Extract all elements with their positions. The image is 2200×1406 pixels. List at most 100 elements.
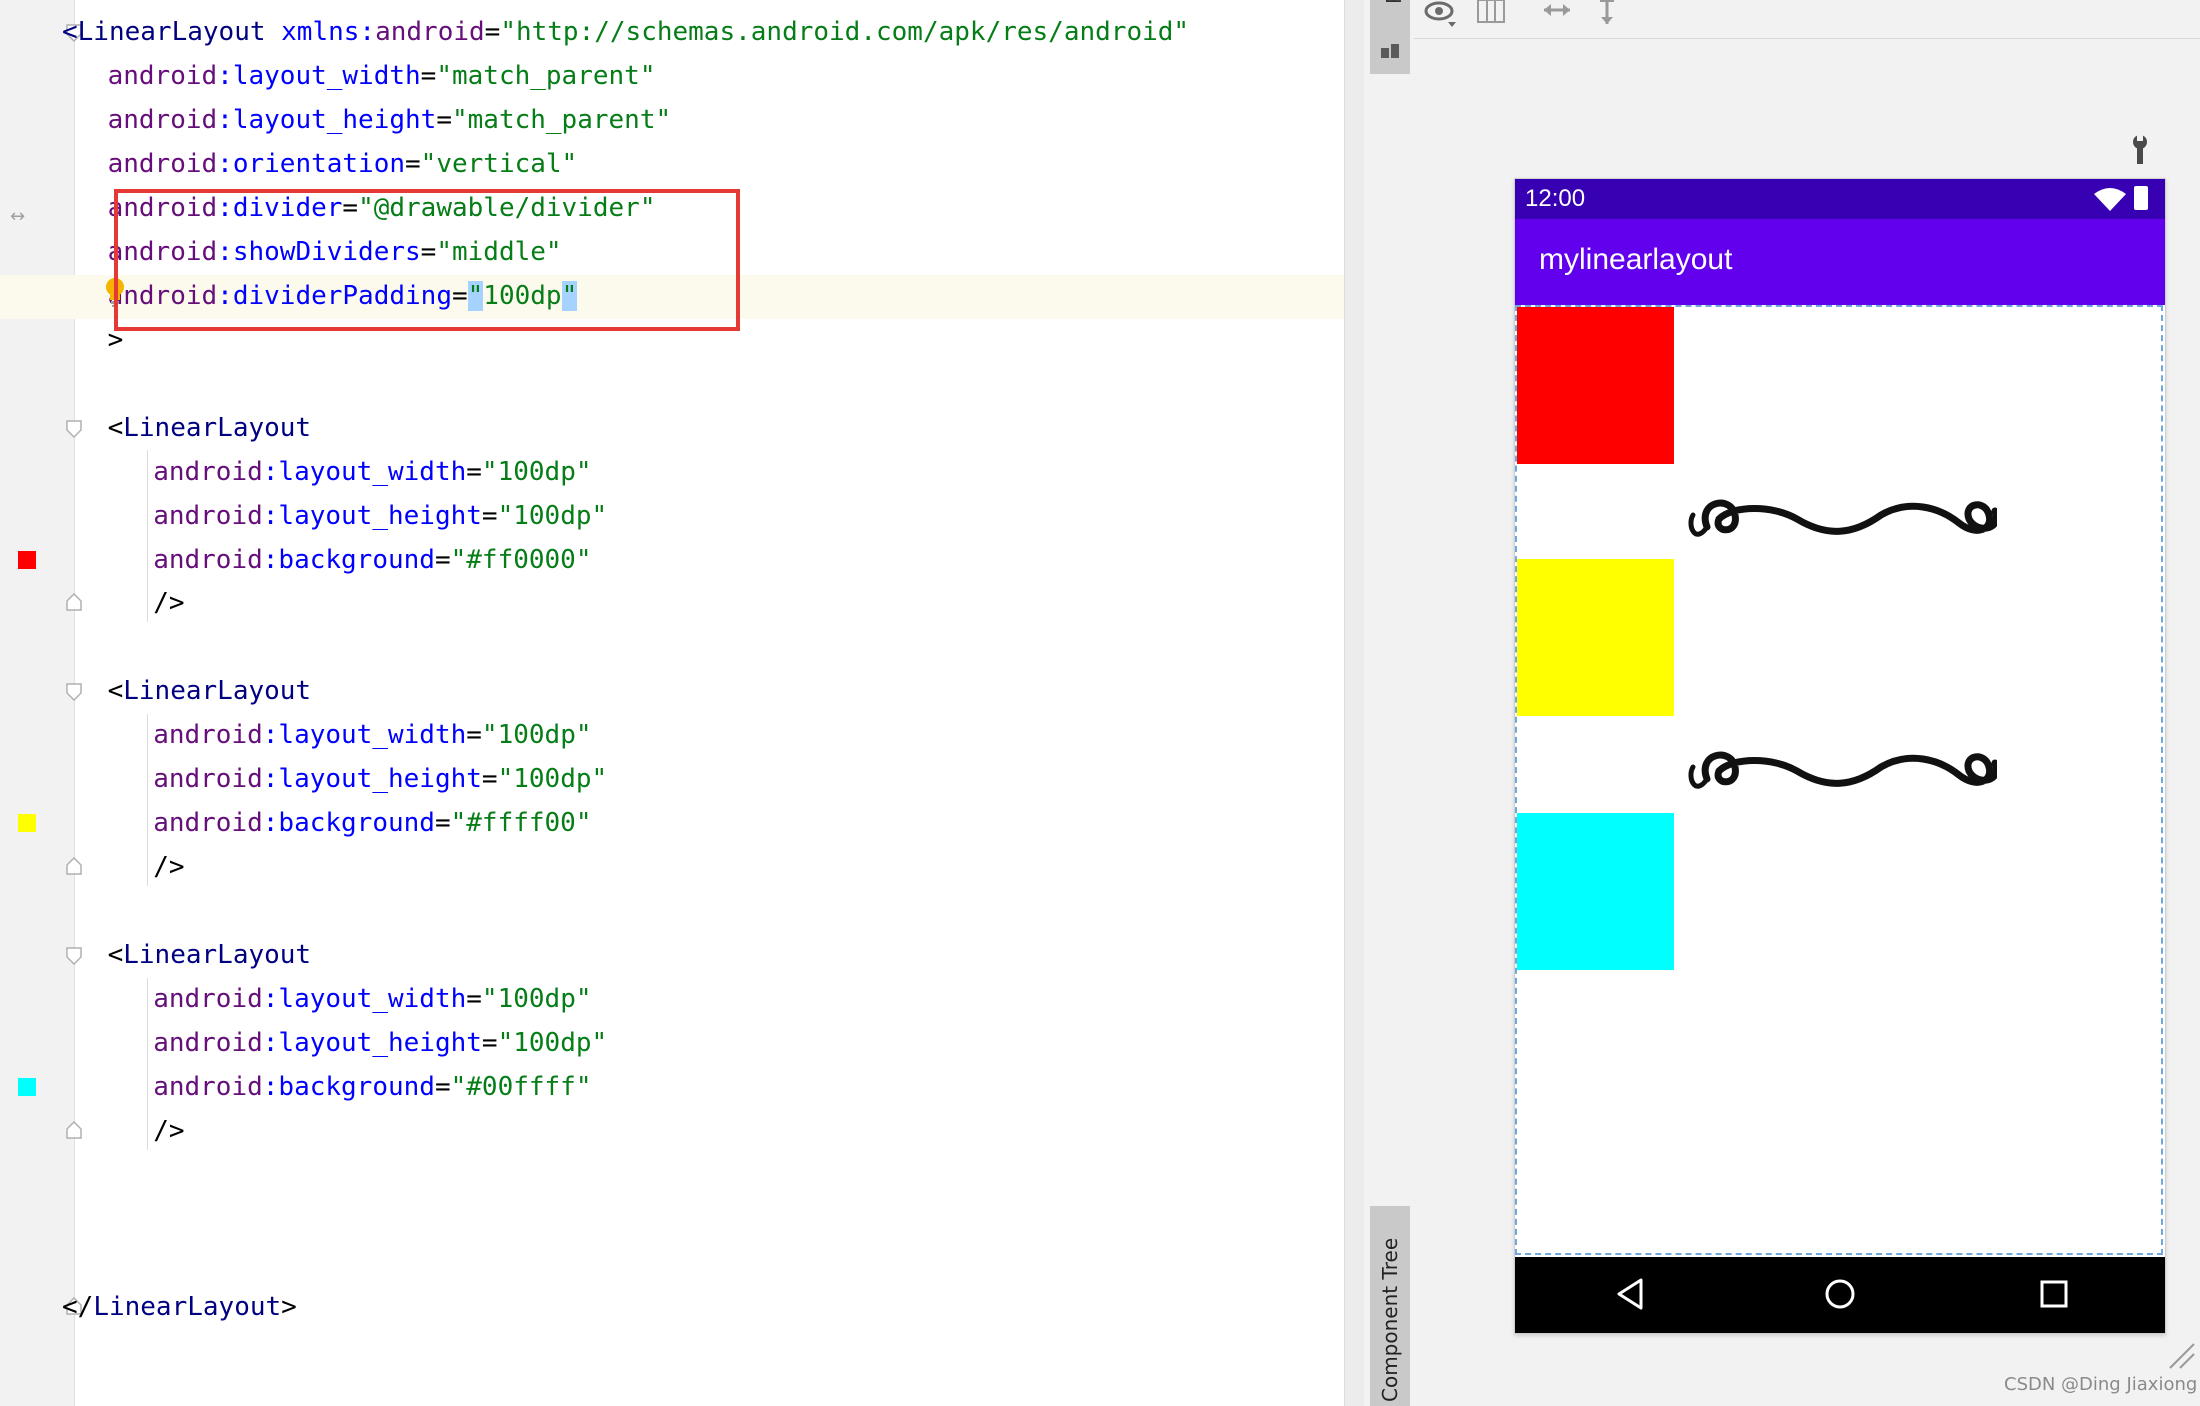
recents-icon[interactable] (2039, 1277, 2069, 1311)
code-token: android (153, 764, 263, 795)
color-swatch[interactable] (18, 1078, 36, 1097)
code-token: android (153, 544, 263, 575)
device-preview[interactable]: 12:00 mylinearlayout (1514, 178, 2166, 1334)
code-token: :orientation (217, 148, 406, 179)
code-line[interactable]: /> (153, 845, 184, 889)
app-bar: mylinearlayout (1515, 219, 2165, 305)
code-token: android (153, 500, 263, 531)
red-box[interactable] (1517, 307, 1674, 464)
home-icon[interactable] (1823, 1277, 1857, 1311)
code-token: </ (62, 1291, 94, 1322)
editor-scrollbar[interactable] (1344, 0, 1365, 1406)
fold-close-icon[interactable] (66, 1121, 82, 1139)
code-line[interactable]: <LinearLayout (108, 933, 312, 977)
cyan-box[interactable] (1517, 813, 1674, 970)
code-token: = (466, 984, 482, 1015)
code-line[interactable]: <LinearLayout (108, 669, 312, 713)
code-token: :layout_width (262, 984, 467, 1015)
code-token: = (434, 1072, 451, 1103)
code-token: android (153, 808, 263, 839)
code-token: LinearLayout (123, 412, 312, 443)
code-line[interactable]: android:layout_width="100dp" (153, 713, 591, 757)
wrench-icon[interactable] (2128, 134, 2152, 166)
code-token: android (107, 148, 218, 179)
code-token: LinearLayout (77, 17, 266, 47)
vertical-resize-icon[interactable] (1590, 0, 1624, 32)
palette-tab[interactable]: Pa (1370, 0, 1410, 74)
code-token: :layout_width (217, 60, 421, 91)
code-line[interactable]: android:layout_width="100dp" (153, 450, 591, 494)
code-token: :layout_width (262, 456, 467, 487)
code-token: "100dp" (497, 1028, 608, 1059)
divider-flourish (1688, 751, 1997, 789)
code-token: LinearLayout (123, 676, 312, 707)
code-line[interactable]: android:background="#ff0000" (153, 538, 591, 582)
code-token: "#00ffff" (450, 1072, 592, 1103)
palette-label: Pa (1382, 0, 1406, 4)
code-line[interactable]: android:layout_height="100dp" (153, 757, 607, 801)
horizontal-resize-icon[interactable] (1540, 0, 1574, 32)
code-editor[interactable]: ↔ <LinearLayout xmlns:android="http://sc… (0, 0, 1344, 1406)
code-token: :layout_height (262, 764, 482, 795)
code-token: :background (262, 1072, 435, 1103)
code-line[interactable]: android:orientation="vertical" (108, 142, 578, 186)
code-token: "match_parent" (451, 104, 672, 135)
resize-handle-icon[interactable] (2166, 1340, 2196, 1370)
fold-open-icon[interactable] (66, 683, 82, 702)
fold-close-icon[interactable] (66, 857, 82, 875)
code-token: < (107, 940, 124, 971)
back-icon[interactable] (1615, 1277, 1645, 1311)
code-token: < (107, 412, 124, 443)
code-line[interactable]: /> (153, 1109, 184, 1153)
color-swatch[interactable] (18, 814, 36, 833)
code-line[interactable]: android:layout_height="match_parent" (108, 98, 672, 142)
status-time: 12:00 (1525, 185, 1586, 212)
fold-open-icon[interactable] (66, 419, 82, 438)
code-token: "http://schemas.android.com/apk/res/andr… (500, 17, 1190, 47)
editor-gutter: ↔ (0, 0, 75, 1406)
code-token: android (375, 17, 485, 47)
color-swatch[interactable] (18, 550, 36, 569)
code-token: "100dp" (497, 764, 608, 795)
fold-close-icon[interactable] (66, 593, 82, 612)
app-title: mylinearlayout (1539, 243, 1733, 276)
code-token: :layout_height (217, 104, 437, 135)
code-line[interactable]: <LinearLayout xmlns:android="http://sche… (62, 10, 1189, 54)
code-token: = (481, 500, 498, 531)
code-token: = (420, 60, 437, 91)
code-line[interactable]: android:layout_height="100dp" (153, 1021, 607, 1065)
code-token: < (62, 17, 78, 47)
code-token: = (481, 764, 498, 795)
gutter-arrow-icon: ↔ (10, 206, 26, 227)
code-line[interactable]: <LinearLayout (108, 406, 312, 450)
code-token: > (281, 1291, 297, 1322)
code-line[interactable]: /> (153, 581, 184, 625)
code-token: "100dp" (497, 500, 608, 531)
code-token: /> (153, 852, 185, 883)
fold-open-icon[interactable] (66, 947, 82, 966)
code-token: android (107, 104, 218, 135)
code-token: "#ffff00" (450, 808, 592, 839)
code-line[interactable]: android:background="#00ffff" (153, 1065, 591, 1109)
code-token: "100dp" (481, 720, 592, 751)
code-token: android (153, 1072, 263, 1103)
yellow-box[interactable] (1517, 559, 1674, 716)
code-line[interactable]: android:background="#ffff00" (153, 801, 591, 845)
code-token: "match_parent" (436, 60, 656, 91)
code-token: < (107, 676, 124, 707)
component-tree-tab[interactable]: Component Tree (1370, 1206, 1410, 1406)
code-line[interactable]: android:layout_width="100dp" (153, 977, 591, 1021)
eye-icon[interactable] (1424, 0, 1458, 32)
component-tree-label: Component Tree (1378, 1237, 1402, 1402)
code-line[interactable]: android:layout_height="100dp" (153, 494, 607, 538)
code-token: xmlns: (281, 17, 376, 47)
layout-preview[interactable] (1515, 305, 2163, 1255)
divider-flourish (1688, 499, 1997, 537)
columns-icon[interactable] (1474, 0, 1508, 32)
code-token: "100dp" (481, 456, 592, 487)
code-line[interactable]: android:layout_width="match_parent" (108, 54, 656, 98)
palette-icon (1381, 44, 1399, 58)
code-token: = (484, 17, 501, 47)
code-line[interactable]: </LinearLayout> (62, 1285, 297, 1329)
code-token: :layout_width (262, 720, 467, 751)
